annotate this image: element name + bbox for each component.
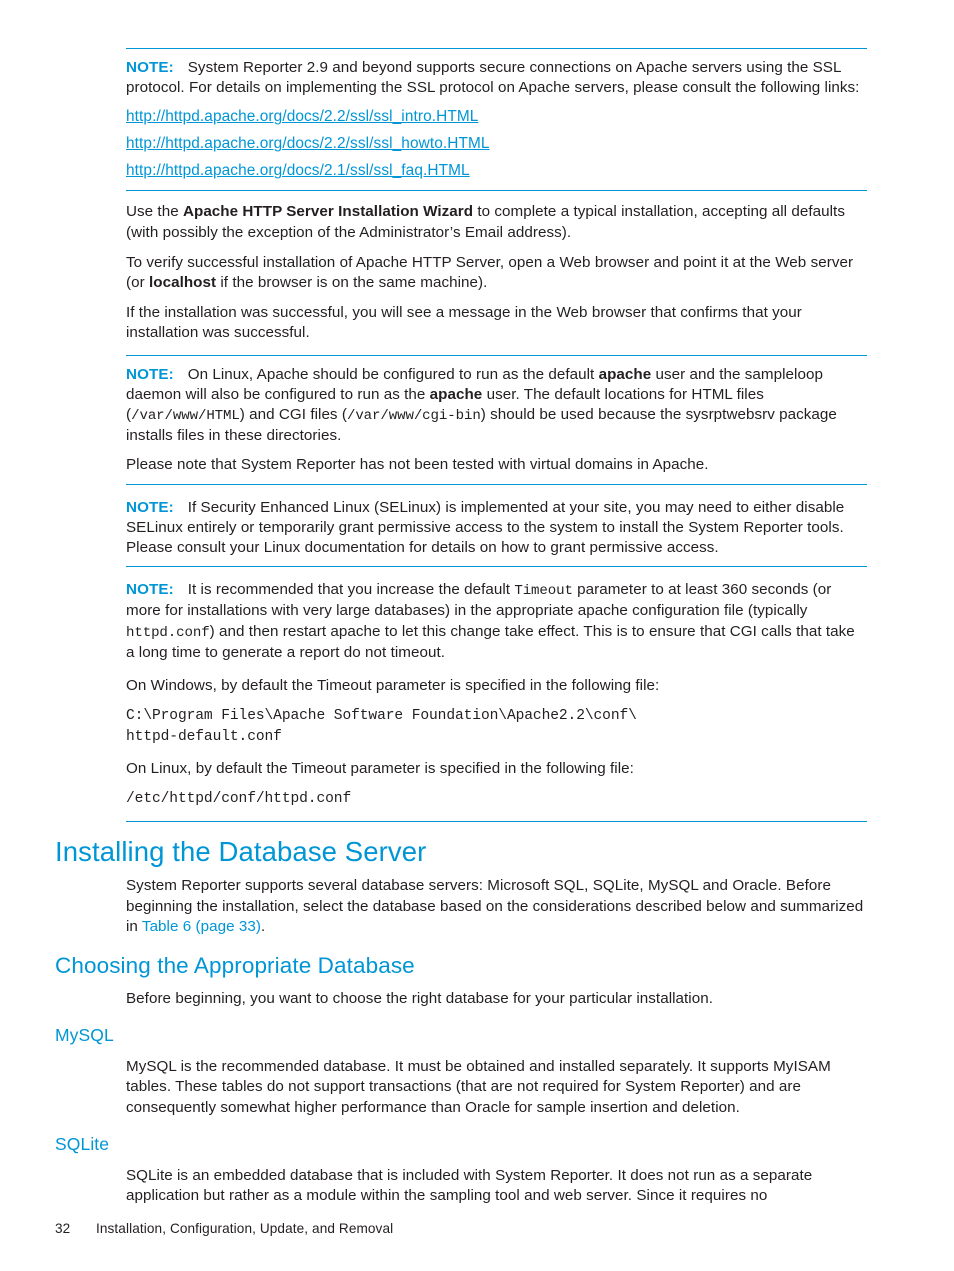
note-selinux-text: If Security Enhanced Linux (SELinux) is … [126,498,845,557]
paragraph-sqlite: SQLite is an embedded database that is i… [126,1166,813,1205]
note-selinux-wrapper: NOTE: If Security Enhanced Linux (SELinux… [126,496,867,568]
subsection-heading-mysql: MySQL [55,1025,114,1046]
note-linux-paragraph-2: Please note that System Reporter has not… [126,456,709,474]
note-linux-paragraph-1: NOTE: On Linux, Apache should be configur… [126,365,867,447]
page-footer: 32 Installation, Configuration, Update, a… [55,1221,867,1236]
link-ssl-intro[interactable]: http://httpd.apache.org/docs/2.2/ssl/ssl… [126,108,478,125]
paragraph-choosing: Before beginning, you want to choose the… [126,990,713,1008]
ssl-link-list: http://httpd.apache.org/docs/2.2/ssl/ssl… [126,107,867,180]
note-label: NOTE: [126,365,174,383]
document-page: NOTE: System Reporter 2.9 and beyond supp… [0,0,954,1271]
linux-user-apache-1: apache [598,365,652,383]
db-intro-block: System Reporter supports several databas… [126,876,867,937]
verify-localhost: localhost [148,274,217,292]
cross-reference-table-6[interactable]: Table 6 (page 33) [142,918,261,935]
note-ssl: NOTE: System Reporter 2.9 and beyond supp… [126,48,867,192]
file-httpd-conf: httpd.conf [126,624,210,641]
param-timeout: Timeout [514,583,573,600]
db-intro-text-b: . [260,917,266,935]
footer-chapter-title: Installation, Configuration, Update, and… [96,1221,394,1236]
paragraph-verify: To verify successful installation of Apa… [126,253,867,293]
apache-install-paragraphs: Use the Apache HTTP Server Installation … [126,202,867,343]
choosing-block: Before beginning, you want to choose the… [126,989,867,1009]
ssl-link-howto-row: http://httpd.apache.org/docs/2.2/ssl/ssl… [126,134,867,153]
ssl-link-intro-row: http://httpd.apache.org/docs/2.2/ssl/ssl… [126,107,867,126]
note-ssl-wrapper: NOTE: System Reporter 2.9 and beyond supp… [126,48,867,192]
timeout-text-a: It is recommended that you increase the … [187,581,515,599]
h1-rule [126,821,867,823]
note-ssl-text: System Reporter 2.9 and beyond supports … [126,59,860,97]
wizard-product-name: Apache HTTP Server Installation Wizard [182,203,474,221]
code-linux-path: /etc/httpd/conf/httpd.conf [126,791,352,808]
note-linux-apache: NOTE: On Linux, Apache should be configur… [126,354,867,485]
section-heading-choosing-database: Choosing the Appropriate Database [55,953,415,979]
footer-page-number: 32 [55,1221,71,1236]
paragraph-mysql: MySQL is the recommended database. It mu… [126,1058,831,1116]
timeout-file-locations: On Windows, by default the Timeout param… [126,676,867,810]
timeout-text-e: ) and then restart apache to let this ch… [126,622,855,661]
linux-user-apache-2: apache [429,385,483,403]
note-timeout-paragraph: NOTE: It is recommended that you increase… [126,580,867,663]
linux-text-a: On Linux, Apache should be configured to… [187,365,599,383]
sqlite-block: SQLite is an embedded database that is i… [126,1166,867,1206]
path-var-www-cgi-bin: /var/www/cgi-bin [346,408,481,425]
ssl-link-faq-row: http://httpd.apache.org/docs/2.1/ssl/ssl… [126,161,867,180]
path-var-www-html: /var/www/HTML [131,408,240,425]
note-selinux-paragraph: NOTE: If Security Enhanced Linux (SELinux… [126,498,867,559]
note-label: NOTE: [126,59,174,76]
note-timeout-wrapper: NOTE: It is recommended that you increase… [126,578,867,665]
note-ssl-paragraph: NOTE: System Reporter 2.9 and beyond supp… [126,58,867,98]
verify-text-b: if the browser is on the same machine). [216,274,488,292]
note-timeout: NOTE: It is recommended that you increase… [126,578,867,665]
mysql-block: MySQL is the recommended database. It mu… [126,1057,867,1118]
note-selinux: NOTE: If Security Enhanced Linux (SELinux… [126,496,867,568]
paragraph-windows-intro: On Windows, by default the Timeout param… [126,677,660,695]
page-content: NOTE: System Reporter 2.9 and beyond supp… [55,48,867,1206]
page-title: Installing the Database Server [55,836,427,868]
note-linux-wrapper: NOTE: On Linux, Apache should be configur… [126,354,867,485]
link-ssl-howto[interactable]: http://httpd.apache.org/docs/2.2/ssl/ssl… [126,135,490,152]
paragraph-wizard: Use the Apache HTTP Server Installation … [126,202,867,242]
paragraph-db-intro: System Reporter supports several databas… [126,876,867,937]
paragraph-success: If the installation was successful, you … [126,304,802,342]
code-windows-path: C:\Program Files\Apache Software Foundat… [126,708,637,746]
subsection-heading-sqlite: SQLite [55,1133,110,1154]
link-ssl-faq[interactable]: http://httpd.apache.org/docs/2.1/ssl/ssl… [126,162,470,179]
note-label: NOTE: [126,498,174,516]
wizard-text-a: Use the [126,203,183,221]
note-label: NOTE: [126,581,174,599]
linux-text-g: ) and CGI files ( [239,406,347,424]
paragraph-linux-intro: On Linux, by default the Timeout paramet… [126,760,634,778]
